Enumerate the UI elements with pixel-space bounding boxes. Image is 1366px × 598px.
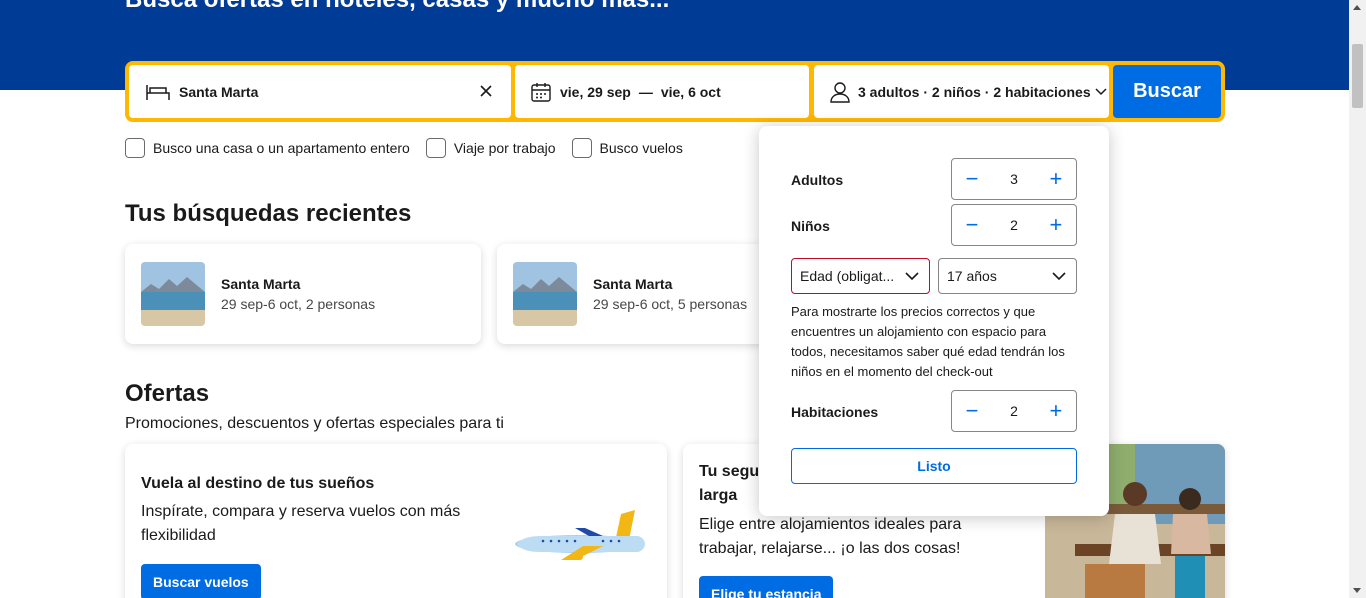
scroll-up-icon[interactable] — [1353, 5, 1361, 10]
rooms-stepper: − 2 + — [951, 390, 1077, 432]
dates-field[interactable]: vie, 29 sep — vie, 6 oct — [515, 65, 809, 118]
rooms-decrease-button[interactable]: − — [952, 391, 992, 431]
search-bar: Santa Marta vie, 29 sep — vie, 6 oct 3 a… — [125, 61, 1225, 122]
offers-subtitle: Promociones, descuentos y ofertas especi… — [125, 415, 504, 432]
recent-search-title: Santa Marta — [221, 276, 301, 292]
checkbox[interactable] — [571, 138, 592, 158]
destination-field[interactable]: Santa Marta — [129, 65, 511, 118]
offer-title: Vuela al destino de tus sueños — [141, 475, 375, 492]
checkbox-flights[interactable]: Busco vuelos — [571, 138, 683, 158]
offer-description: Elige entre alojamientos ideales para tr… — [699, 516, 962, 557]
adults-value: 3 — [1010, 171, 1018, 187]
children-label: Niños — [791, 218, 830, 234]
children-age-note: Para mostrarte los precios correctos y q… — [791, 304, 1065, 379]
checkbox-work-trip[interactable]: Viaje por trabajo — [425, 138, 556, 158]
page-scrollbar[interactable] — [1349, 0, 1366, 598]
offer-title: Tu segur — [699, 463, 766, 480]
hero-title: Busca ofertas en hoteles, casas y mucho … — [125, 0, 669, 14]
rooms-label: Habitaciones — [791, 404, 879, 420]
adults-decrease-button[interactable]: − — [952, 159, 992, 199]
search-options: Busco una casa o un apartamento entero V… — [125, 138, 699, 158]
rooms-value: 2 — [1010, 403, 1018, 419]
child-age-select-value: Edad (obligat... — [800, 268, 895, 284]
recent-search-card[interactable]: Santa Marta 29 sep-6 oct, 2 personas — [125, 244, 481, 344]
chevron-down-icon — [1052, 271, 1066, 281]
destination-thumbnail — [513, 262, 577, 326]
recent-searches-title: Tus búsquedas recientes — [125, 200, 412, 227]
adults-stepper: − 3 + — [951, 158, 1077, 200]
offer-description: Inspírate, compara y reserva vuelos con … — [141, 503, 461, 544]
calendar-icon — [530, 81, 552, 103]
person-icon — [830, 81, 850, 103]
date-separator: — — [638, 83, 653, 100]
search-button[interactable]: Buscar — [1113, 65, 1221, 118]
offer-title-line2: larga — [699, 487, 738, 504]
offers-title: Ofertas — [125, 380, 210, 407]
checkbox-entire-home[interactable]: Busco una casa o un apartamento entero — [125, 138, 410, 158]
choose-stay-button[interactable]: Elige tu estancia — [699, 576, 834, 598]
child-age-select-1[interactable]: Edad (obligat... — [791, 258, 930, 294]
offer-card-flights: Vuela al destino de tus sueños Inspírate… — [125, 444, 667, 598]
chevron-down-icon — [1095, 87, 1107, 96]
children-increase-button[interactable]: + — [1036, 205, 1076, 245]
occupancy-field[interactable]: 3 adultos · 2 niños · 2 habitaciones — [814, 65, 1109, 118]
checkbox[interactable] — [425, 138, 446, 158]
recent-search-details: 29 sep-6 oct, 5 personas — [593, 296, 748, 312]
checkin-date[interactable]: vie, 29 sep — [560, 84, 631, 100]
checkbox-label: Busco una casa o un apartamento entero — [153, 140, 410, 156]
recent-search-title: Santa Marta — [593, 276, 673, 292]
adults-increase-button[interactable]: + — [1036, 159, 1076, 199]
child-age-select-value: 17 años — [947, 268, 997, 284]
occupancy-summary[interactable]: 3 adultos · 2 niños · 2 habitaciones — [858, 84, 1091, 100]
scroll-down-icon[interactable] — [1353, 588, 1361, 593]
checkbox-label: Viaje por trabajo — [453, 140, 556, 156]
search-flights-button[interactable]: Buscar vuelos — [141, 564, 261, 598]
scrollbar-thumb[interactable] — [1352, 44, 1363, 108]
children-decrease-button[interactable]: − — [952, 205, 992, 245]
clear-icon[interactable] — [477, 82, 495, 100]
checkbox[interactable] — [125, 138, 145, 158]
bed-icon — [145, 82, 171, 102]
destination-thumbnail — [141, 262, 205, 326]
done-button[interactable]: Listo — [791, 448, 1077, 484]
checkbox-label: Busco vuelos — [599, 140, 683, 156]
recent-search-details: 29 sep-6 oct, 2 personas — [221, 296, 376, 312]
child-age-select-2[interactable]: 17 años — [938, 258, 1077, 294]
airplane-icon — [513, 506, 653, 568]
chevron-down-icon — [905, 271, 919, 281]
rooms-increase-button[interactable]: + — [1036, 391, 1076, 431]
adults-label: Adultos — [791, 172, 844, 188]
occupancy-popup: Adultos − 3 + Niños − 2 + Edad (obligat.… — [759, 126, 1109, 516]
children-stepper: − 2 + — [951, 204, 1077, 246]
destination-input[interactable]: Santa Marta — [179, 84, 258, 100]
checkout-date[interactable]: vie, 6 oct — [661, 84, 721, 100]
children-value: 2 — [1010, 217, 1018, 233]
